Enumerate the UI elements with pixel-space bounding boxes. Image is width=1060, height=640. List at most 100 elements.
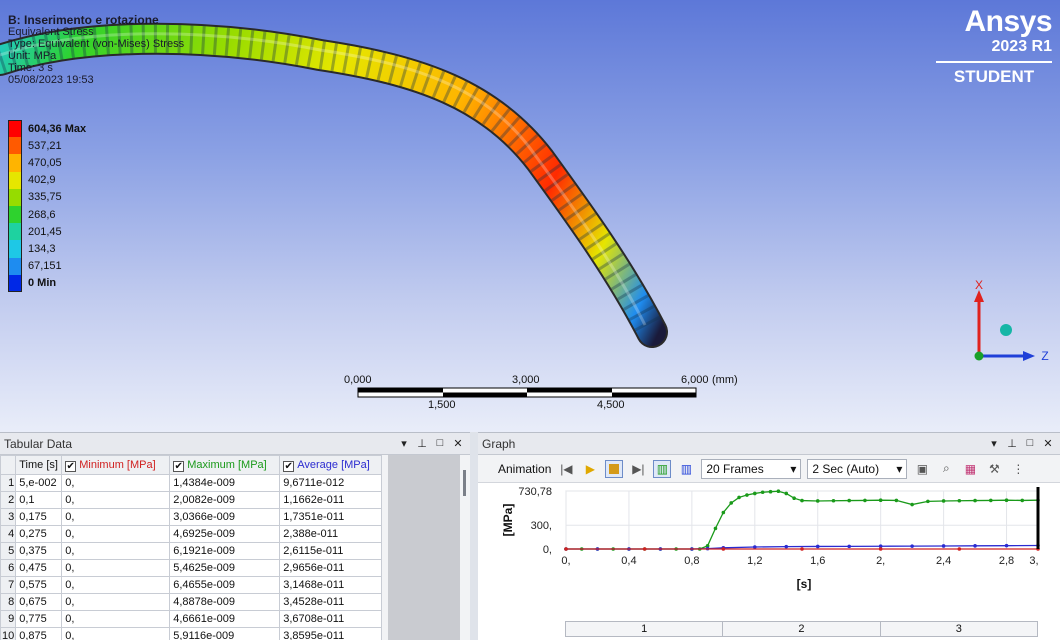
time-step-cell[interactable]: 1 [566, 622, 724, 636]
close-icon[interactable]: ✕ [452, 437, 464, 450]
play-icon[interactable]: ▶ [581, 460, 599, 478]
pin-icon[interactable]: ⊥ [1006, 437, 1018, 450]
table-cell[interactable]: 2,388e-011 [279, 525, 383, 543]
table-cell[interactable]: 0, [61, 491, 171, 509]
table-cell[interactable]: 4,8878e-009 [169, 593, 281, 611]
time-steps-bar[interactable]: 123 [565, 621, 1038, 637]
legend-entry[interactable]: 537,21 [8, 137, 86, 155]
result-sets-icon[interactable]: ▥ [677, 460, 695, 478]
export-video-icon[interactable]: ▣ [913, 460, 931, 478]
table-cell[interactable]: 2,0082e-009 [169, 491, 281, 509]
table-cell[interactable]: 1,7351e-011 [279, 508, 383, 526]
table-cell[interactable]: 0,775 [15, 610, 63, 628]
row-number[interactable]: 8 [0, 593, 17, 611]
col-header-minimum[interactable]: ✔ Minimum [MPa] [61, 455, 171, 475]
table-cell[interactable]: 0,375 [15, 542, 63, 560]
table-cell[interactable]: 0,275 [15, 525, 63, 543]
table-cell[interactable]: 3,4528e-011 [279, 593, 383, 611]
row-number[interactable]: 1 [0, 474, 17, 492]
table-row[interactable]: 10 0,875 0, 5,9116e-009 3,8595e-011 [0, 627, 383, 640]
table-cell[interactable]: 0, [61, 525, 171, 543]
table-cell[interactable]: 2,6115e-011 [279, 542, 383, 560]
table-cell[interactable]: 5,9116e-009 [169, 627, 281, 640]
duration-select[interactable]: 2 Sec (Auto) ▾ [807, 458, 908, 479]
maximize-icon[interactable]: □ [434, 437, 446, 450]
table-cell[interactable]: 0,575 [15, 576, 63, 594]
table-cell[interactable]: 0, [61, 542, 171, 560]
pin-icon[interactable]: ⊥ [416, 437, 428, 450]
row-number[interactable]: 2 [0, 491, 17, 509]
table-row[interactable]: 8 0,675 0, 4,8878e-009 3,4528e-011 [0, 593, 383, 611]
table-cell[interactable]: 0,475 [15, 559, 63, 577]
model-viewport[interactable]: B: Inserimento e rotazione Equivalent St… [0, 0, 1060, 432]
row-number[interactable]: 5 [0, 542, 17, 560]
row-number[interactable]: 6 [0, 559, 17, 577]
table-cell[interactable]: 0,1 [15, 491, 63, 509]
table-cell[interactable]: 0, [61, 508, 171, 526]
table-cell[interactable]: 1,4384e-009 [169, 474, 281, 492]
table-cell[interactable]: 1,1662e-011 [279, 491, 383, 509]
table-cell[interactable]: 0, [61, 474, 171, 492]
row-number[interactable]: 3 [0, 508, 17, 526]
table-cell[interactable]: 0, [61, 610, 171, 628]
tabular-data-table[interactable]: Time [s] ✔ Minimum [MPa] ✔ Maximum [MPa] ✔… [0, 455, 383, 640]
table-row[interactable]: 5 0,375 0, 6,1921e-009 2,6115e-011 [0, 542, 383, 560]
table-row[interactable]: 4 0,275 0, 4,6925e-009 2,388e-011 [0, 525, 383, 543]
skip-end-icon[interactable]: ▶| [629, 460, 647, 478]
table-row[interactable]: 2 0,1 0, 2,0082e-009 1,1662e-011 [0, 491, 383, 509]
row-number[interactable]: 10 [0, 627, 17, 640]
tools-icon[interactable]: ⚒ [985, 460, 1003, 478]
table-cell[interactable]: 0,675 [15, 593, 63, 611]
col-header-time[interactable]: Time [s] [15, 455, 63, 475]
stress-legend[interactable]: 604,36 Max 537,21 470,05 402,9 335,75 268,6 20… [8, 120, 86, 292]
row-number[interactable]: 9 [0, 610, 17, 628]
legend-entry[interactable]: 0 Min [8, 274, 86, 292]
table-cell[interactable]: 0, [61, 627, 171, 640]
table-row[interactable]: 7 0,575 0, 6,4655e-009 3,1468e-011 [0, 576, 383, 594]
row-number[interactable]: 7 [0, 576, 17, 594]
table-cell[interactable]: 9,6711e-012 [279, 474, 383, 492]
table-cell[interactable]: 3,1468e-011 [279, 576, 383, 594]
legend-entry[interactable]: 402,9 [8, 171, 86, 189]
skip-start-icon[interactable]: |◀ [557, 460, 575, 478]
maximize-icon[interactable]: □ [1024, 437, 1036, 450]
legend-entry[interactable]: 335,75 [8, 188, 86, 206]
checkbox-icon[interactable]: ✔ [173, 460, 185, 472]
panel-splitter[interactable] [463, 470, 466, 496]
table-cell[interactable]: 4,6661e-009 [169, 610, 281, 628]
legend-entry[interactable]: 134,3 [8, 240, 86, 258]
axis-triad[interactable]: X Z [965, 278, 1055, 370]
table-cell[interactable]: 0,875 [15, 627, 63, 640]
zoom-icon[interactable]: ⌕ [937, 460, 955, 478]
dropdown-arrow-icon[interactable]: ▾ [988, 437, 1000, 450]
table-row[interactable]: 3 0,175 0, 3,0366e-009 1,7351e-011 [0, 508, 383, 526]
table-cell[interactable]: 6,4655e-009 [169, 576, 281, 594]
table-row[interactable]: 1 5,e-002 0, 1,4384e-009 9,6711e-012 [0, 474, 383, 492]
time-step-cell[interactable]: 2 [723, 622, 881, 636]
table-cell[interactable]: 3,6708e-011 [279, 610, 383, 628]
table-cell[interactable]: 0, [61, 576, 171, 594]
table-row[interactable]: 6 0,475 0, 5,4625e-009 2,9656e-011 [0, 559, 383, 577]
table-cell[interactable]: 5,4625e-009 [169, 559, 281, 577]
col-header-average[interactable]: ✔ Average [MPa] [279, 455, 383, 475]
legend-entry[interactable]: 201,45 [8, 223, 86, 241]
more-options-icon[interactable]: ⋮ [1009, 460, 1027, 478]
table-cell[interactable]: 3,8595e-011 [279, 627, 383, 640]
time-step-cell[interactable]: 3 [881, 622, 1037, 636]
checkbox-icon[interactable]: ✔ [65, 460, 77, 472]
table-cell[interactable]: 0, [61, 559, 171, 577]
color-map-icon[interactable]: ▦ [961, 460, 979, 478]
legend-entry[interactable]: 604,36 Max [8, 120, 86, 138]
dropdown-arrow-icon[interactable]: ▾ [398, 437, 410, 450]
stress-time-chart[interactable]: 0, 0,4 0,8 1,2 1,6 2, 2,4 2,8 3, 0, 300, 730,78[MPa… [478, 483, 1060, 621]
table-cell[interactable]: 6,1921e-009 [169, 542, 281, 560]
legend-entry[interactable]: 268,6 [8, 205, 86, 224]
graph-plot-area[interactable]: 0, 0,4 0,8 1,2 1,6 2, 2,4 2,8 3, 0, 300, 730,78 [MPa… [478, 483, 1060, 640]
close-icon[interactable]: ✕ [1042, 437, 1054, 450]
table-cell[interactable]: 0,175 [15, 508, 63, 526]
stop-icon[interactable] [605, 459, 624, 478]
col-header-maximum[interactable]: ✔ Maximum [MPa] [169, 455, 281, 475]
table-cell[interactable]: 0, [61, 593, 171, 611]
row-number[interactable]: 4 [0, 525, 17, 543]
frames-select[interactable]: 20 Frames ▾ [701, 458, 802, 479]
